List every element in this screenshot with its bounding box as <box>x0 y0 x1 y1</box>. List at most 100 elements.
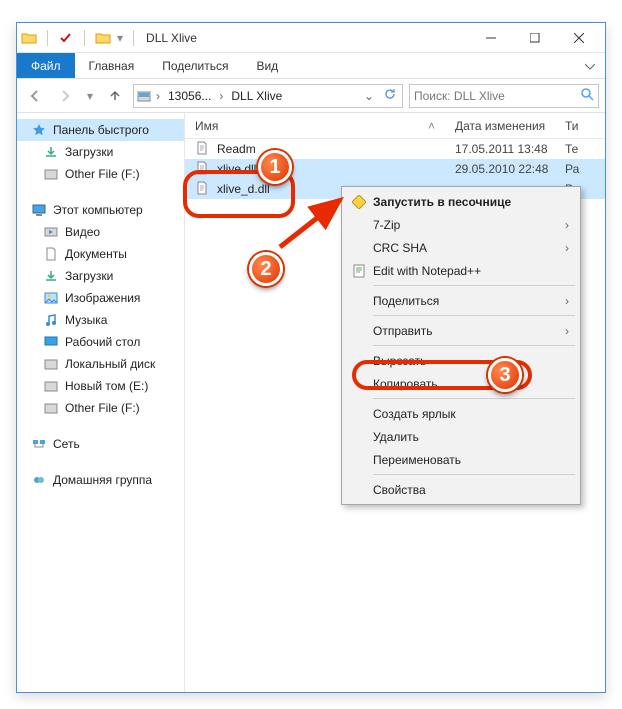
menu-separator <box>373 474 575 475</box>
sidebar-item-new-volume[interactable]: Новый том (E:) <box>17 375 184 397</box>
ctx-sendto[interactable]: Отправить› <box>345 319 577 342</box>
ctx-7zip[interactable]: 7-Zip› <box>345 213 577 236</box>
column-name[interactable]: Имя˄ <box>195 119 455 133</box>
chevron-right-icon: › <box>565 294 569 308</box>
ctx-rename[interactable]: Переименовать <box>345 448 577 471</box>
ribbon-expand-button[interactable] <box>575 53 605 78</box>
callout-3: 3 <box>488 358 522 392</box>
check-icon[interactable] <box>58 30 74 46</box>
sidebar-item-label: Изображения <box>65 291 140 305</box>
sidebar-item-documents[interactable]: Документы <box>17 243 184 265</box>
address-dropdown-button[interactable]: ⌄ <box>358 89 380 103</box>
minimize-button[interactable] <box>469 24 513 52</box>
search-icon <box>580 87 594 104</box>
tab-file[interactable]: Файл <box>17 53 75 78</box>
sidebar-item-downloads2[interactable]: Загрузки <box>17 265 184 287</box>
maximize-button[interactable] <box>513 24 557 52</box>
sidebar-item-desktop[interactable]: Рабочий стол <box>17 331 184 353</box>
document-icon <box>43 246 59 262</box>
ctx-delete[interactable]: Удалить <box>345 425 577 448</box>
ctx-notepadpp[interactable]: Edit with Notepad++ <box>345 259 577 282</box>
sidebar-item-music[interactable]: Музыка <box>17 309 184 331</box>
download-icon <box>43 144 59 160</box>
notepad-icon <box>351 263 367 279</box>
sidebar-item-this-pc[interactable]: Этот компьютер <box>17 199 184 221</box>
file-date: 29.05.2010 22:48 <box>455 162 565 176</box>
window-title: DLL Xlive <box>146 31 197 45</box>
sidebar-item-label: Сеть <box>53 437 80 451</box>
disk-icon <box>43 400 59 416</box>
ctx-properties[interactable]: Свойства <box>345 478 577 501</box>
column-date[interactable]: Дата изменения <box>455 119 565 133</box>
ctx-run-sandbox[interactable]: Запустить в песочнице <box>345 190 577 213</box>
quick-access-toolbar: ▾ <box>21 30 138 46</box>
sandbox-icon <box>351 194 367 210</box>
homegroup-icon <box>31 472 47 488</box>
nav-up-button[interactable] <box>103 84 127 108</box>
file-name: xlive.dll <box>217 162 455 176</box>
file-row[interactable]: xlive.dll29.05.2010 22:48Ра <box>185 159 605 179</box>
file-icon <box>195 181 211 197</box>
sidebar-item-downloads[interactable]: Загрузки <box>17 141 184 163</box>
breadcrumb-seg2[interactable]: DLL Xlive <box>227 89 286 103</box>
disk-icon <box>136 88 152 104</box>
nav-forward-button[interactable] <box>53 84 77 108</box>
sidebar-item-label: Рабочий стол <box>65 335 140 349</box>
separator <box>47 30 48 46</box>
nav-back-button[interactable] <box>23 84 47 108</box>
qat-dropdown-icon[interactable]: ▾ <box>117 31 123 45</box>
nav-history-button[interactable]: ▾ <box>83 84 97 108</box>
menu-separator <box>373 315 575 316</box>
chevron-right-icon: › <box>565 241 569 255</box>
sidebar-item-network[interactable]: Сеть <box>17 433 184 455</box>
sidebar-item-label: Локальный диск <box>65 357 155 371</box>
picture-icon <box>43 290 59 306</box>
file-row[interactable]: Readm17.05.2011 13:48Те <box>185 139 605 159</box>
ribbon-tabs: Файл Главная Поделиться Вид <box>17 53 605 79</box>
titlebar: ▾ DLL Xlive <box>17 23 605 53</box>
tab-home[interactable]: Главная <box>75 53 149 78</box>
file-type: Ра <box>565 162 579 176</box>
sidebar-item-label: Загрузки <box>65 269 113 283</box>
download-icon <box>43 268 59 284</box>
search-input[interactable]: Поиск: DLL Xlive <box>409 84 599 108</box>
sidebar-item-homegroup[interactable]: Домашняя группа <box>17 469 184 491</box>
sidebar-item-label: Этот компьютер <box>53 203 143 217</box>
ctx-cut[interactable]: Вырезать <box>345 349 577 372</box>
column-type[interactable]: Ти <box>565 119 579 133</box>
chevron-right-icon: › <box>565 324 569 338</box>
sidebar-item-label: Новый том (E:) <box>65 379 148 393</box>
sidebar-item-label: Загрузки <box>65 145 113 159</box>
menu-separator <box>373 398 575 399</box>
chevron-right-icon[interactable]: › <box>152 89 164 103</box>
music-icon <box>43 312 59 328</box>
close-button[interactable] <box>557 24 601 52</box>
disk-icon <box>43 378 59 394</box>
ctx-crcsha[interactable]: CRC SHA› <box>345 236 577 259</box>
sidebar-item-other-file[interactable]: Other File (F:) <box>17 163 184 185</box>
pc-icon <box>31 202 47 218</box>
sidebar-item-videos[interactable]: Видео <box>17 221 184 243</box>
video-icon <box>43 224 59 240</box>
breadcrumb-seg1[interactable]: 13056... <box>164 89 215 103</box>
refresh-button[interactable] <box>380 88 400 103</box>
sidebar-item-other-file2[interactable]: Other File (F:) <box>17 397 184 419</box>
tab-share[interactable]: Поделиться <box>148 53 242 78</box>
tab-view[interactable]: Вид <box>242 53 292 78</box>
sidebar-item-quick-access[interactable]: Панель быстрого <box>17 119 184 141</box>
ctx-create-shortcut[interactable]: Создать ярлык <box>345 402 577 425</box>
sidebar-item-pictures[interactable]: Изображения <box>17 287 184 309</box>
sort-asc-icon: ˄ <box>428 119 435 133</box>
sidebar-item-label: Музыка <box>65 313 107 327</box>
menu-separator <box>373 345 575 346</box>
address-bar[interactable]: › 13056... › DLL Xlive ⌄ <box>133 84 403 108</box>
menu-separator <box>373 285 575 286</box>
sidebar-item-label: Видео <box>65 225 100 239</box>
sidebar-item-local-disk[interactable]: Локальный диск <box>17 353 184 375</box>
desktop-icon <box>43 334 59 350</box>
ctx-share[interactable]: Поделиться› <box>345 289 577 312</box>
chevron-right-icon[interactable]: › <box>215 89 227 103</box>
ctx-copy[interactable]: Копировать <box>345 372 577 395</box>
file-date: 17.05.2011 13:48 <box>455 142 565 156</box>
disk-icon <box>43 166 59 182</box>
